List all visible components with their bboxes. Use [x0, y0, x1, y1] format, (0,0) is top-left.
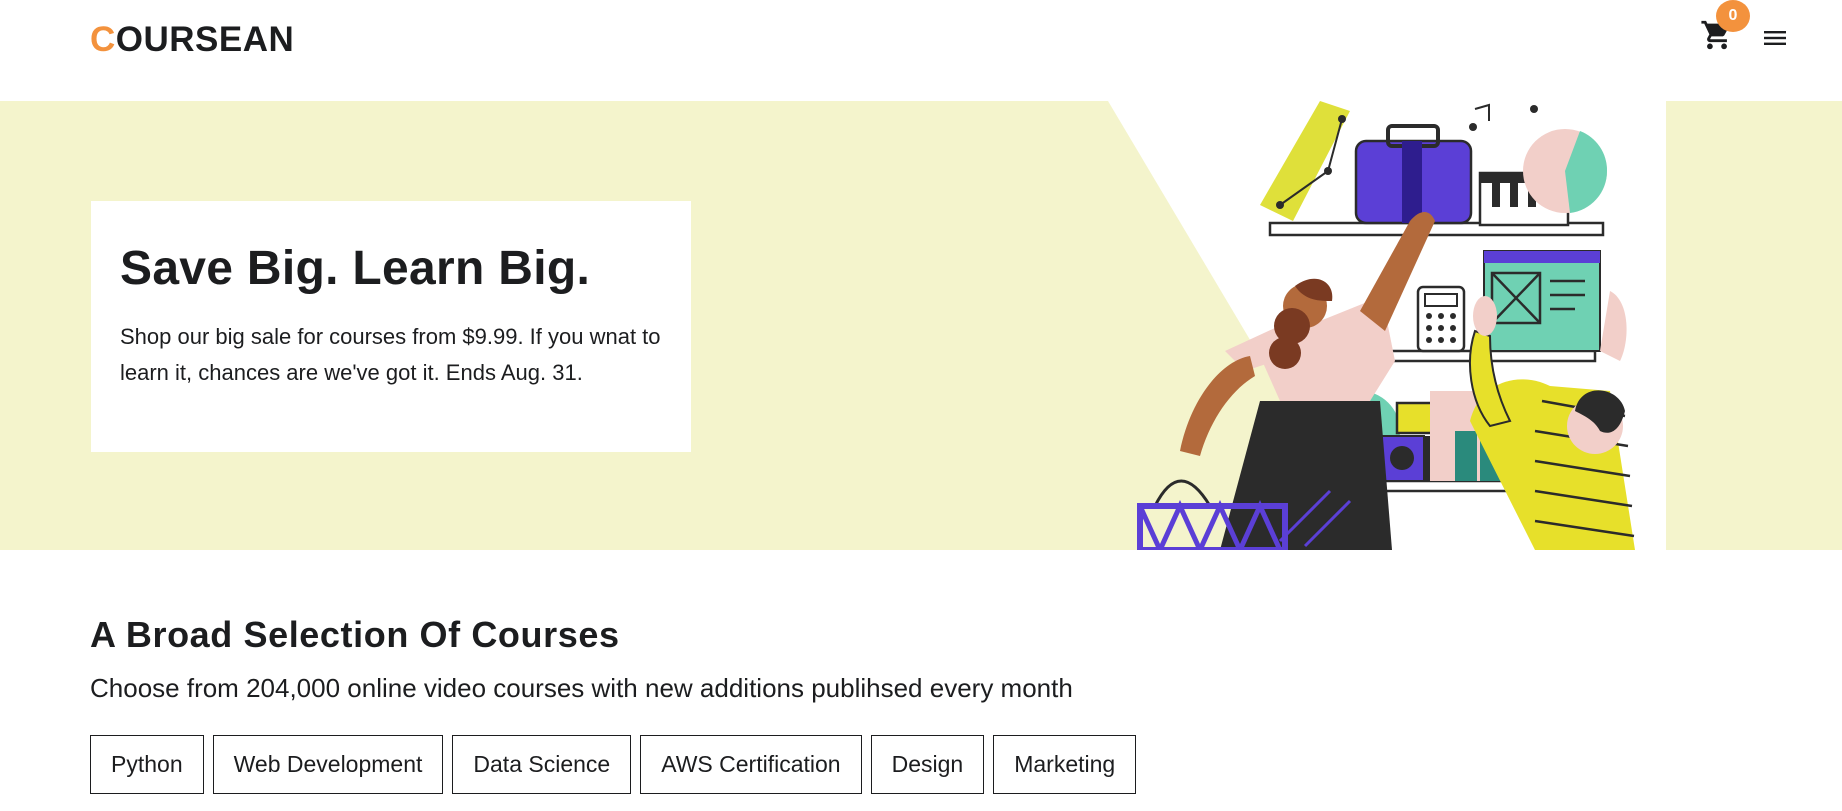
logo-text: OURSEAN — [115, 20, 295, 59]
site-header: COURSEAN 0 — [0, 0, 1842, 101]
tab-aws-certification[interactable]: AWS Certification — [640, 735, 862, 794]
menu-icon[interactable] — [1763, 28, 1787, 48]
hero-text: Shop our big sale for courses from $9.99… — [120, 324, 661, 385]
shopping-illustration — [1137, 101, 1635, 550]
logo-accent-letter: C — [90, 20, 116, 59]
tab-python[interactable]: Python — [90, 735, 204, 794]
section-subtitle: Choose from 204,000 online video courses… — [90, 673, 1073, 703]
logo[interactable]: COURSEAN — [90, 20, 294, 60]
cart-count-badge: 0 — [1716, 0, 1750, 32]
hero-card: Save Big. Learn Big. Shop our big sale f… — [91, 201, 691, 452]
tab-design[interactable]: Design — [870, 735, 985, 794]
category-tabs: Python Web Development Data Science AWS … — [90, 735, 1137, 794]
section-title: A Broad Selection Of Courses — [90, 614, 620, 655]
hero-title: Save Big. Learn Big. — [120, 242, 591, 295]
hero-banner: Save Big. Learn Big. Shop our big sale f… — [0, 101, 1842, 550]
tab-web-development[interactable]: Web Development — [212, 735, 444, 794]
tab-data-science[interactable]: Data Science — [452, 735, 632, 794]
tab-marketing[interactable]: Marketing — [993, 735, 1137, 794]
